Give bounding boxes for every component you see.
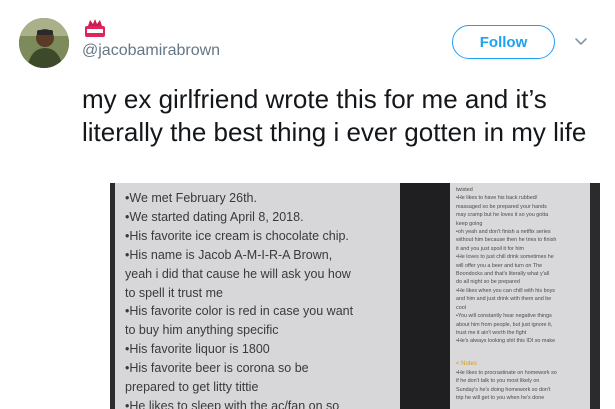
side-note-line: trust me it ain't worth the fight: [456, 329, 527, 336]
note-line: •We started dating April 8, 2018.: [125, 209, 304, 224]
note-line: yeah i did that cause he will ask you ho…: [125, 266, 351, 281]
side-note-line: •He likes to procrastinate on homework s…: [456, 370, 557, 376]
side-note-line: •He's always looking shit this IDI so ma…: [456, 338, 556, 345]
note-line: •His favorite beer is corona so be: [125, 361, 309, 376]
side-note-line: will offer you a beer and turn on The: [456, 262, 543, 269]
side-note-line: massaged so be prepared your hands: [456, 203, 547, 210]
tweet-media[interactable]: •We met February 26th. •We started datin…: [110, 183, 600, 409]
profile-photo-icon: [19, 18, 69, 68]
user-handle[interactable]: @jacobamirabrown: [82, 42, 220, 60]
side-note-line: cool: [456, 304, 466, 311]
chevron-down-icon[interactable]: [574, 36, 588, 48]
tweet-text: my ex girlfriend wrote this for me and i…: [82, 84, 587, 147]
side-note-line: •He likes to have his back rubbed/: [456, 195, 538, 202]
notes-screenshot-main: •We met February 26th. •We started datin…: [115, 183, 400, 409]
note-line: •His favorite ice cream is chocolate chi…: [125, 228, 349, 243]
note-line: •His name is Jacob A-M-I-R-A Brown,: [125, 247, 333, 262]
side-note-line: may cramp but he loves it so you gotta: [456, 212, 549, 219]
side-note-line: •He likes when you can chill with his bo…: [456, 287, 555, 294]
note-line: to spell it trust me: [125, 285, 223, 300]
notes-screenshot-side: twisted •He likes to have his back rubbe…: [450, 183, 590, 409]
side-note-line: twisted: [456, 187, 473, 193]
side-note-line: trip he will get to you when he's done: [456, 395, 545, 402]
avatar[interactable]: [19, 18, 69, 68]
notes-back-label: < Notes: [456, 361, 477, 367]
side-note-line: •He loves to just chill drink sometimes …: [456, 254, 554, 261]
media-divider: [400, 183, 450, 409]
side-note-line: if he don't talk to you most likely on: [456, 378, 540, 385]
side-note-line: and him and just drink with them and be: [456, 296, 552, 303]
side-note-line: Sunday's he's doing homework so don't: [456, 386, 551, 393]
side-note-line: Boondocks and that's literally what y'al…: [456, 271, 550, 278]
side-note-line: keep going: [456, 220, 483, 227]
note-line: •His favorite color is red in case you w…: [125, 304, 354, 319]
note-line: •We met February 26th.: [125, 191, 257, 205]
note-line: prepared to get litty tittie: [125, 380, 259, 395]
follow-button[interactable]: Follow: [452, 25, 555, 59]
note-line: to buy him anything specific: [125, 323, 279, 338]
note-line: •He likes to sleep with the ac/fan on so: [125, 398, 340, 409]
side-note-line: it and you just spoil it for him: [456, 245, 525, 252]
emoji-badge-icon: [84, 17, 106, 39]
side-note-line: do all night so be prepared: [456, 279, 520, 286]
side-note-line: about him from people, but just ignore i…: [456, 321, 553, 328]
side-note-line: •oh yeah and don't finish a netflix seri…: [456, 229, 551, 236]
side-note-line: without him because then he tries to fin…: [456, 237, 557, 244]
side-note-line: •You will constantly hear negative thing…: [456, 313, 552, 320]
note-line: •His favorite liquor is 1800: [125, 342, 270, 357]
